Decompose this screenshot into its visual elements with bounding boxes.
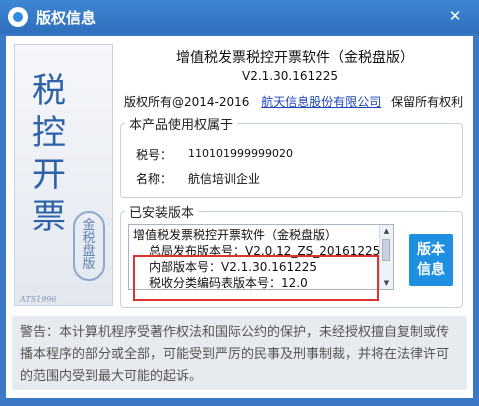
warning-line: 播本程序的部分或全部，可能受到严厉的民事及刑事制裁，并将在法律许可: [20, 347, 450, 362]
banner-title: 税控开票: [32, 71, 66, 237]
window-title: 版权信息: [36, 9, 97, 27]
product-banner: 税控开票 金税盘版 ATS1996: [14, 44, 113, 306]
copyright-dialog: 版权信息 ✕ 税控开票 金税盘版 ATS1996 增值税发票税控开票软件（金税盘…: [0, 0, 479, 406]
app-logo-icon: [8, 7, 28, 27]
banner-subtitle-badge: 金税盘版: [73, 211, 105, 281]
tax-number-label: 税号：: [136, 148, 173, 162]
banner-logo: ATS1996: [20, 295, 57, 304]
version-info-label-1: 版本: [417, 242, 445, 258]
dialog-body: 税控开票 金税盘版 ATS1996 增值税发票税控开票软件（金税盘版） V2.1…: [6, 36, 473, 398]
title-bar: 版权信息 ✕: [0, 0, 479, 34]
scroll-up-icon[interactable]: ▲: [380, 225, 393, 237]
version-info-label-2: 信息: [417, 262, 445, 278]
installed-legend: 已安装版本: [129, 206, 195, 221]
product-name: 增值税发票税控开票软件（金税盘版）: [176, 50, 414, 66]
scroll-thumb[interactable]: [382, 239, 390, 261]
rights-text: 保留所有权利: [391, 95, 464, 109]
copyright-line: 版权所有@2014-2016 航天信息股份有限公司 保留所有权利: [124, 93, 463, 110]
banner-subtitle: 金税盘版: [82, 218, 96, 272]
owner-legend: 本产品使用权属于: [129, 118, 234, 133]
company-name-value: 航信培训企业: [188, 172, 261, 186]
tax-number-value: 110101999999020: [188, 147, 293, 160]
highlight-box: [133, 255, 379, 301]
warning-line: 的范围内受到最大可能的起诉。: [20, 369, 203, 384]
company-link[interactable]: 航天信息股份有限公司: [261, 95, 381, 109]
close-button[interactable]: ✕: [445, 6, 465, 26]
company-name-label: 名称：: [136, 172, 173, 186]
copyright-warning: 警告：本计算机程序受著作权法和国际公约的保护，未经授权擅自复制或传 播本程序的部…: [12, 316, 467, 390]
scroll-down-icon[interactable]: ▼: [380, 277, 393, 289]
list-item: 增值税发票税控开票软件（金税盘版）: [133, 228, 338, 242]
version-info-button[interactable]: 版本 信息: [409, 234, 453, 286]
list-scrollbar[interactable]: ▲ ▼: [379, 225, 393, 289]
product-version: V2.1.30.161225: [242, 69, 338, 83]
copyright-prefix: 版权所有@2014-2016: [124, 95, 250, 109]
warning-line: 警告：本计算机程序受著作权法和国际公约的保护，未经授权擅自复制或传: [20, 325, 450, 340]
